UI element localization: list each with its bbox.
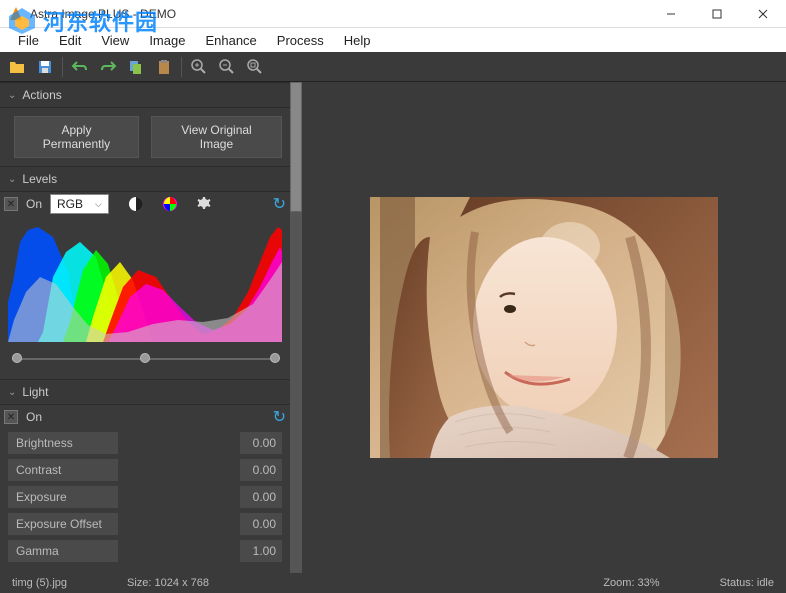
zoom-in-icon[interactable] bbox=[188, 56, 210, 78]
minimize-button[interactable] bbox=[648, 0, 694, 28]
color-wheel-icon[interactable] bbox=[161, 195, 179, 213]
image-preview bbox=[370, 197, 718, 458]
menu-process[interactable]: Process bbox=[267, 30, 334, 51]
sidebar-scrollbar[interactable] bbox=[290, 82, 302, 573]
redo-icon[interactable] bbox=[97, 56, 119, 78]
paste-icon[interactable] bbox=[153, 56, 175, 78]
zoom-fit-icon[interactable] bbox=[244, 56, 266, 78]
status-zoom: Zoom: 33% bbox=[603, 577, 659, 589]
histogram-display bbox=[8, 222, 282, 342]
levels-on-label: On bbox=[26, 197, 42, 211]
levels-on-checkbox[interactable]: ✕ bbox=[4, 197, 18, 211]
light-on-checkbox[interactable]: ✕ bbox=[4, 410, 18, 424]
light-on-label: On bbox=[26, 410, 42, 424]
section-levels-header[interactable]: ⌄ Levels bbox=[0, 166, 290, 192]
menu-enhance[interactable]: Enhance bbox=[195, 30, 266, 51]
param-brightness[interactable]: Brightness0.00 bbox=[8, 431, 282, 455]
reset-icon[interactable]: ↻ bbox=[273, 194, 286, 214]
channel-dropdown[interactable]: RGB⌵ bbox=[50, 194, 109, 214]
param-gamma[interactable]: Gamma1.00 bbox=[8, 539, 282, 563]
watermark-overlay: 河东软件园 bbox=[5, 5, 158, 37]
zoom-out-icon[interactable] bbox=[216, 56, 238, 78]
chevron-down-icon: ⌄ bbox=[8, 90, 16, 101]
save-icon[interactable] bbox=[34, 56, 56, 78]
status-filename: timg (5).jpg bbox=[12, 577, 67, 589]
menu-help[interactable]: Help bbox=[334, 30, 381, 51]
scrollbar-thumb[interactable] bbox=[290, 82, 302, 212]
levels-slider[interactable] bbox=[12, 351, 278, 367]
slider-white-handle[interactable] bbox=[270, 353, 280, 363]
view-original-button[interactable]: View Original Image bbox=[151, 116, 282, 158]
sidebar: ⌄ Actions Apply Permanently View Origina… bbox=[0, 82, 302, 573]
slider-black-handle[interactable] bbox=[12, 353, 22, 363]
chevron-down-icon: ⌄ bbox=[8, 387, 16, 398]
undo-icon[interactable] bbox=[69, 56, 91, 78]
status-state: Status: idle bbox=[720, 577, 774, 589]
settings-icon[interactable] bbox=[195, 195, 213, 213]
statusbar: timg (5).jpg Size: 1024 x 768 Zoom: 33% … bbox=[0, 573, 786, 593]
section-light-header[interactable]: ⌄ Light bbox=[0, 379, 290, 405]
param-exposure[interactable]: Exposure0.00 bbox=[8, 485, 282, 509]
reset-icon[interactable]: ↻ bbox=[273, 407, 286, 427]
toolbar bbox=[0, 52, 786, 82]
param-exposure-offset[interactable]: Exposure Offset0.00 bbox=[8, 512, 282, 536]
canvas-area[interactable] bbox=[302, 82, 786, 573]
copy-icon[interactable] bbox=[125, 56, 147, 78]
maximize-button[interactable] bbox=[694, 0, 740, 28]
param-contrast[interactable]: Contrast0.00 bbox=[8, 458, 282, 482]
close-button[interactable] bbox=[740, 0, 786, 28]
slider-mid-handle[interactable] bbox=[140, 353, 150, 363]
open-icon[interactable] bbox=[6, 56, 28, 78]
status-size: Size: 1024 x 768 bbox=[127, 577, 209, 589]
apply-permanently-button[interactable]: Apply Permanently bbox=[14, 116, 139, 158]
chevron-down-icon: ⌄ bbox=[8, 174, 16, 185]
section-actions-header[interactable]: ⌄ Actions bbox=[0, 82, 290, 108]
contrast-icon[interactable] bbox=[127, 195, 145, 213]
